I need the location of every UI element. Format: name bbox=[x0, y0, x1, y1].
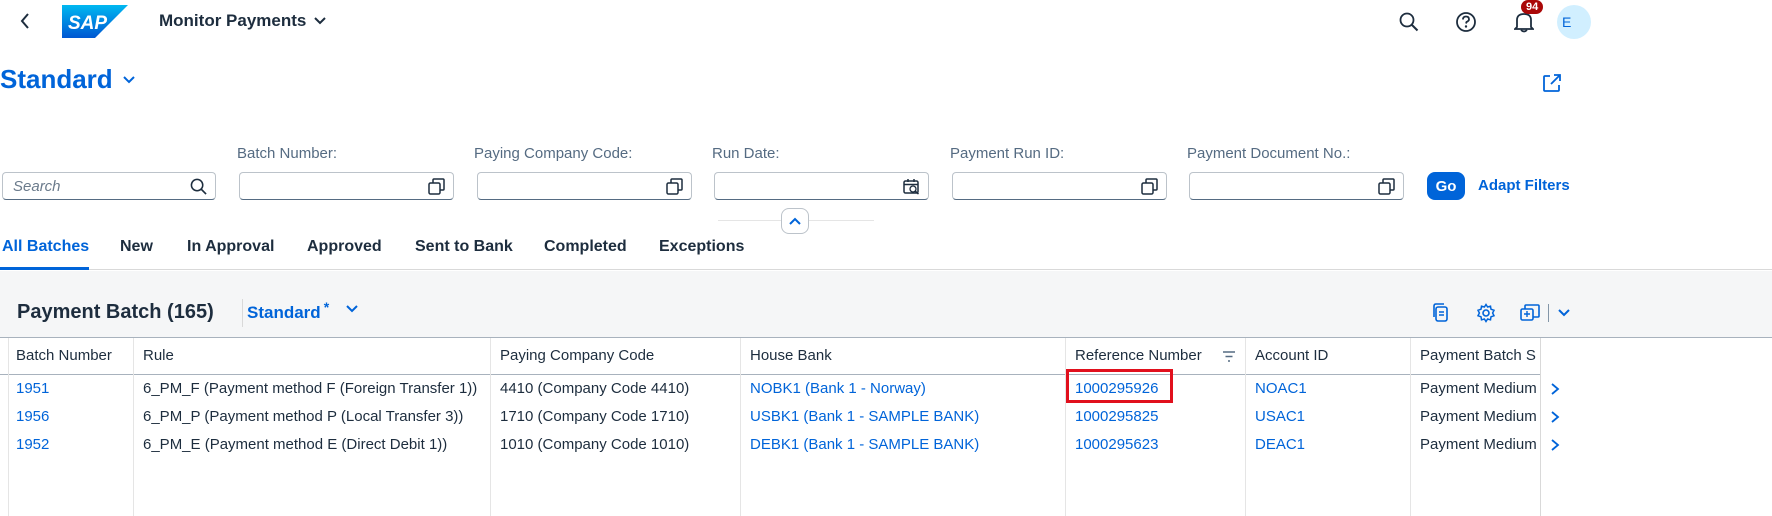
account-id-link[interactable]: NOAC1 bbox=[1255, 380, 1307, 397]
adapt-filters-button[interactable]: Adapt Filters bbox=[1478, 177, 1570, 194]
payment-run-id-field[interactable] bbox=[952, 172, 1167, 200]
column-header-paying-company-code[interactable]: Paying Company Code bbox=[500, 347, 654, 364]
go-button[interactable]: Go bbox=[1427, 172, 1465, 200]
batch-number-link[interactable]: 1952 bbox=[16, 436, 49, 453]
payment-batch-table: Batch Number Rule Paying Company Code Ho… bbox=[0, 337, 1772, 516]
column-header-payment-batch-status[interactable]: Payment Batch S bbox=[1420, 347, 1538, 364]
calendar-icon[interactable] bbox=[903, 178, 920, 195]
tab-exceptions[interactable]: Exceptions bbox=[659, 238, 744, 256]
export-icon[interactable] bbox=[1519, 302, 1541, 324]
divider bbox=[242, 299, 243, 327]
account-id-link[interactable]: USAC1 bbox=[1255, 408, 1305, 425]
reference-number-link[interactable]: 1000295623 bbox=[1075, 436, 1158, 453]
company-code-cell: 1710 (Company Code 1710) bbox=[500, 408, 690, 425]
table-row[interactable]: 1952 6_PM_E (Payment method E (Direct De… bbox=[0, 431, 1772, 459]
column-header-rule[interactable]: Rule bbox=[143, 347, 174, 364]
chevron-right-icon[interactable] bbox=[1548, 409, 1562, 425]
account-id-link[interactable]: DEAC1 bbox=[1255, 436, 1305, 453]
run-date-field[interactable] bbox=[714, 172, 929, 200]
tab-all-batches[interactable]: All Batches bbox=[2, 238, 89, 256]
value-help-icon[interactable] bbox=[666, 178, 683, 195]
column-header-reference-number[interactable]: Reference Number bbox=[1075, 347, 1202, 364]
rule-cell: 6_PM_F (Payment method F (Foreign Transf… bbox=[143, 380, 478, 397]
chevron-right-icon[interactable] bbox=[1548, 381, 1562, 397]
variant-title: Standard bbox=[0, 64, 113, 94]
chevron-down-icon bbox=[314, 17, 327, 25]
app-title-label: Monitor Payments bbox=[159, 11, 307, 30]
divider bbox=[1548, 304, 1549, 322]
tab-bar: All Batches New In Approval Approved Sen… bbox=[0, 228, 1772, 270]
company-code-cell: 1010 (Company Code 1010) bbox=[500, 436, 690, 453]
value-help-icon[interactable] bbox=[1141, 178, 1158, 195]
avatar-initial: E bbox=[1562, 14, 1572, 30]
variant-modified-indicator: * bbox=[323, 299, 330, 315]
batch-number-label: Batch Number: bbox=[237, 145, 338, 162]
status-cell: Payment Medium bbox=[1420, 436, 1537, 453]
variant-selector[interactable]: Standard bbox=[0, 64, 135, 95]
batch-number-link[interactable]: 1951 bbox=[16, 380, 49, 397]
search-input[interactable]: Search bbox=[2, 172, 216, 200]
column-header-batch-number[interactable]: Batch Number bbox=[16, 347, 112, 364]
run-date-label: Run Date: bbox=[712, 145, 780, 162]
shell-bar: SAP Monitor Payments 94 E bbox=[0, 0, 1772, 44]
rule-cell: 6_PM_E (Payment method E (Direct Debit 1… bbox=[143, 436, 448, 453]
table-container: Payment Batch (165) Standard * Batch Num… bbox=[0, 271, 1772, 516]
batch-number-link[interactable]: 1956 bbox=[16, 408, 49, 425]
batch-number-field[interactable] bbox=[239, 172, 454, 200]
paying-company-code-field[interactable] bbox=[477, 172, 692, 200]
copy-icon[interactable] bbox=[1430, 302, 1452, 324]
column-header-account-id[interactable]: Account ID bbox=[1255, 347, 1328, 364]
chevron-right-icon[interactable] bbox=[1548, 437, 1562, 453]
table-title: Payment Batch (165) bbox=[17, 301, 214, 323]
help-icon[interactable] bbox=[1454, 10, 1478, 34]
avatar[interactable]: E bbox=[1557, 5, 1591, 39]
tab-completed[interactable]: Completed bbox=[544, 238, 627, 256]
notification-badge: 94 bbox=[1521, 0, 1544, 14]
svg-text:SAP: SAP bbox=[68, 13, 107, 34]
tab-sent-to-bank[interactable]: Sent to Bank bbox=[415, 238, 513, 256]
column-header-house-bank[interactable]: House Bank bbox=[750, 347, 832, 364]
table-header: Batch Number Rule Paying Company Code Ho… bbox=[0, 338, 1540, 375]
rule-cell: 6_PM_P (Payment method P (Local Transfer… bbox=[143, 408, 464, 425]
settings-icon[interactable] bbox=[1475, 302, 1497, 324]
share-icon[interactable] bbox=[1541, 72, 1563, 94]
status-cell: Payment Medium bbox=[1420, 408, 1537, 425]
tab-in-approval[interactable]: In Approval bbox=[187, 238, 274, 256]
payment-document-no-field[interactable] bbox=[1189, 172, 1404, 200]
table-row[interactable]: 1956 6_PM_P (Payment method P (Local Tra… bbox=[0, 403, 1772, 431]
active-tab-indicator bbox=[0, 267, 89, 270]
table-row[interactable]: 1951 6_PM_F (Payment method F (Foreign T… bbox=[0, 375, 1772, 403]
value-help-icon[interactable] bbox=[1378, 178, 1395, 195]
house-bank-link[interactable]: DEBK1 (Bank 1 - SAMPLE BANK) bbox=[750, 436, 979, 453]
payment-run-id-label: Payment Run ID: bbox=[950, 145, 1065, 162]
sap-logo[interactable]: SAP bbox=[62, 5, 128, 38]
search-icon[interactable] bbox=[1397, 10, 1421, 34]
highlight-box bbox=[1066, 369, 1173, 403]
tab-new[interactable]: New bbox=[120, 238, 153, 256]
paying-company-code-label: Paying Company Code: bbox=[474, 145, 633, 162]
chevron-down-icon bbox=[122, 75, 135, 83]
app-title[interactable]: Monitor Payments bbox=[159, 11, 327, 31]
search-icon[interactable] bbox=[190, 178, 207, 195]
search-placeholder: Search bbox=[13, 178, 61, 195]
table-variant-selector[interactable]: Standard * bbox=[247, 299, 358, 323]
house-bank-link[interactable]: USBK1 (Bank 1 - SAMPLE BANK) bbox=[750, 408, 979, 425]
payment-document-no-label: Payment Document No.: bbox=[1187, 145, 1351, 162]
tab-approved[interactable]: Approved bbox=[307, 238, 382, 256]
chevron-up-icon bbox=[789, 217, 801, 225]
value-help-icon[interactable] bbox=[428, 178, 445, 195]
reference-number-link[interactable]: 1000295825 bbox=[1075, 408, 1158, 425]
sort-icon bbox=[1223, 351, 1235, 362]
chevron-down-icon[interactable] bbox=[1553, 302, 1575, 324]
status-cell: Payment Medium bbox=[1420, 380, 1537, 397]
chevron-down-icon bbox=[346, 305, 358, 313]
back-icon[interactable] bbox=[14, 10, 36, 32]
table-variant-label: Standard bbox=[247, 303, 321, 322]
house-bank-link[interactable]: NOBK1 (Bank 1 - Norway) bbox=[750, 380, 926, 397]
company-code-cell: 4410 (Company Code 4410) bbox=[500, 380, 690, 397]
